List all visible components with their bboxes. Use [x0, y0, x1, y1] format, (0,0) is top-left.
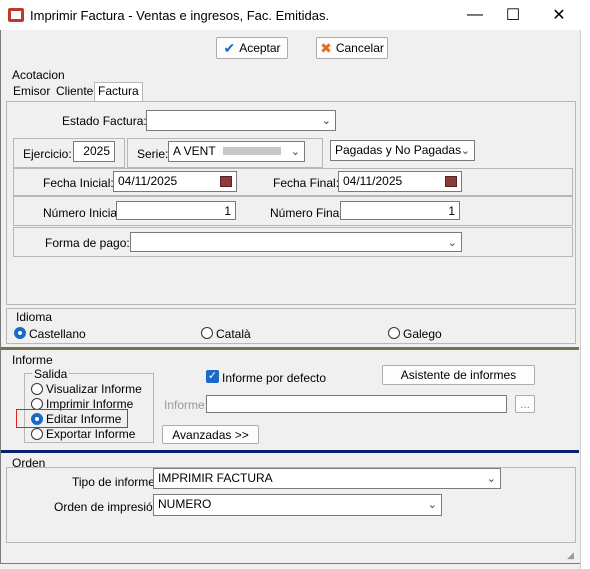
castellano-label: Castellano [29, 327, 86, 341]
radio-castellano[interactable] [14, 327, 26, 339]
olive-separator [1, 347, 579, 350]
highlight-box [16, 409, 128, 428]
close-button[interactable]: ✕ [536, 0, 582, 30]
asistente-button[interactable]: Asistente de informes [382, 365, 535, 385]
chevron-down-icon: ⌄ [290, 146, 300, 158]
informe-defecto-label: Informe por defecto [222, 371, 327, 385]
chevron-down-icon: ⌄ [427, 499, 437, 511]
ejercicio-label: Ejercicio: [23, 147, 72, 161]
radio-exportar[interactable] [31, 428, 43, 440]
orden-impresion-dropdown[interactable]: NUMERO ⌄ [153, 494, 442, 516]
title-bar: Imprimir Factura - Ventas e ingresos, Fa… [0, 0, 590, 30]
pagadas-dropdown[interactable]: Pagadas y No Pagadas ⌄ [330, 140, 475, 161]
radio-catala[interactable] [201, 327, 213, 339]
visualizar-label: Visualizar Informe [46, 382, 142, 396]
ejercicio-input[interactable]: 2025 [73, 141, 115, 162]
calendar-icon[interactable] [445, 176, 457, 187]
fecha-final-label: Fecha Final: [273, 176, 340, 190]
check-icon: ✔ [223, 39, 236, 56]
maximize-button[interactable]: ☐ [490, 0, 536, 30]
serie-label: Serie: [137, 147, 169, 161]
numero-final-input[interactable]: 1 [340, 201, 460, 220]
chevron-down-icon: ⌄ [486, 473, 496, 485]
navy-separator [1, 450, 579, 453]
chevron-down-icon: ⌄ [460, 145, 470, 157]
idioma-title: Idioma [16, 310, 53, 324]
app-icon [8, 8, 24, 22]
tab-cliente[interactable]: Cliente [53, 83, 96, 101]
tipo-informe-label: Tipo de informe [72, 475, 155, 489]
informe-title: Informe [12, 353, 53, 367]
orden-impresion-label: Orden de impresión: [54, 500, 163, 514]
exportar-label: Exportar Informe [46, 427, 136, 441]
estado-factura-dropdown[interactable]: ⌄ [146, 110, 336, 131]
salida-title: Salida [32, 367, 70, 381]
numero-inicial-input[interactable]: 1 [116, 201, 236, 220]
tab-emisor[interactable]: Emisor [10, 83, 53, 101]
cancel-label: Cancelar [335, 41, 384, 55]
resize-grip-icon[interactable]: ◢ [567, 550, 577, 560]
serie-dropdown[interactable]: A VENT ⌄ [168, 141, 305, 162]
cancel-icon: ✖ [320, 39, 332, 56]
radio-galego[interactable] [388, 327, 400, 339]
fecha-final-input[interactable]: 04/11/2025 [338, 171, 462, 192]
radio-visualizar[interactable] [31, 383, 43, 395]
tab-factura[interactable]: Factura [94, 82, 143, 102]
avanzadas-button[interactable]: Avanzadas >> [162, 425, 259, 444]
calendar-icon[interactable] [220, 176, 232, 187]
fecha-inicial-input[interactable]: 04/11/2025 [113, 171, 237, 192]
accept-button[interactable]: ✔ Aceptar [216, 37, 288, 59]
forma-pago-dropdown[interactable]: ⌄ [130, 232, 462, 252]
informe-defecto-checkbox[interactable]: ✓ [206, 370, 219, 383]
estado-factura-label: Estado Factura: [62, 114, 147, 128]
cancel-button[interactable]: ✖ Cancelar [316, 37, 388, 59]
numero-inicial-label: Número Inicial: [43, 206, 124, 220]
tipo-informe-dropdown[interactable]: IMPRIMIR FACTURA ⌄ [153, 468, 501, 489]
background-window-strip [580, 30, 590, 569]
fecha-inicial-label: Fecha Inicial: [43, 176, 114, 190]
redacted-text [222, 147, 281, 155]
acotacion-title: Acotacion [12, 68, 65, 82]
accept-label: Aceptar [239, 41, 281, 55]
informe-label: Informe: [164, 398, 209, 412]
catala-label: Català [216, 327, 251, 341]
informe-input[interactable] [206, 395, 507, 413]
browse-button[interactable]: ... [515, 395, 535, 413]
chevron-down-icon: ⌄ [321, 115, 331, 127]
galego-label: Galego [403, 327, 442, 341]
chevron-down-icon: ⌄ [447, 237, 457, 249]
numero-final-label: Número Final: [270, 206, 346, 220]
idioma-group [6, 308, 576, 344]
window-title: Imprimir Factura - Ventas e ingresos, Fa… [30, 8, 330, 23]
forma-pago-label: Forma de pago: [45, 236, 130, 250]
